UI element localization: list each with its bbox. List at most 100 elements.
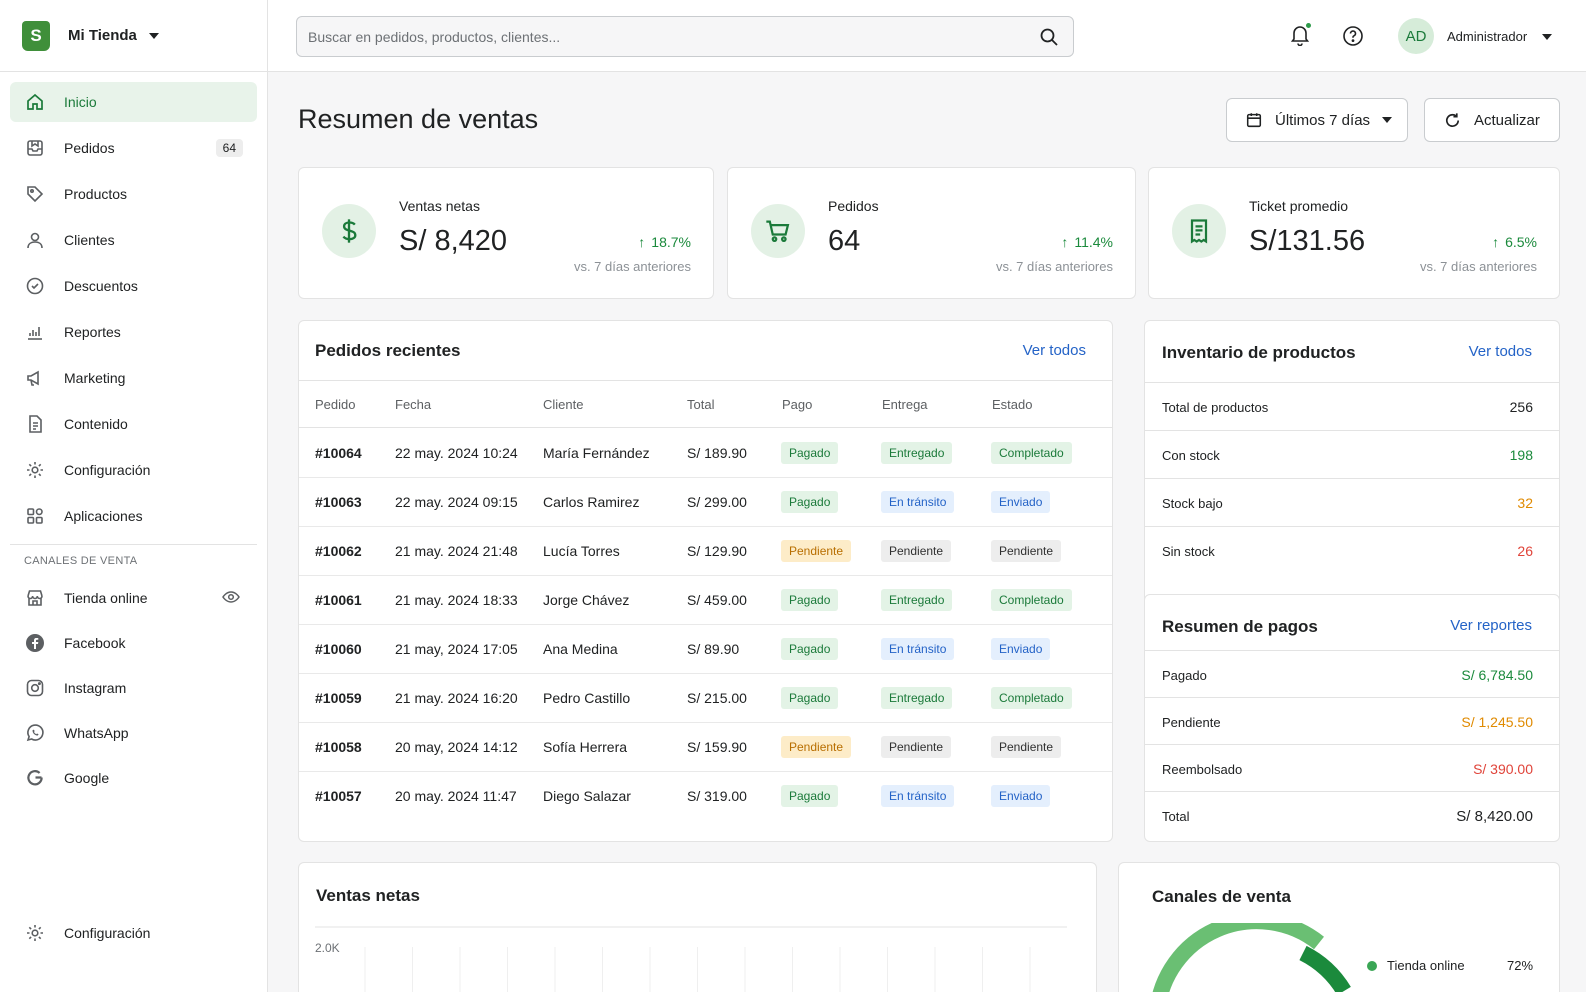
order-date: 22 may. 2024 09:15 (395, 494, 518, 510)
order-total: S/ 129.90 (687, 543, 747, 559)
order-id[interactable]: #10062 (315, 543, 362, 559)
sidebar-item-label: Pedidos (64, 140, 115, 156)
delivery-status-badge: Entregado (881, 442, 953, 464)
refresh-icon (1443, 111, 1462, 130)
kpi-delta: ↑ 6.5% (1492, 234, 1537, 250)
table-row[interactable]: #10059 21 may. 2024 16:20 Pedro Castillo S/… (299, 674, 1112, 723)
user-name[interactable]: Administrador (1447, 29, 1527, 44)
table-row[interactable]: #10063 22 may. 2024 09:15 Carlos Ramirez S/… (299, 478, 1112, 527)
column-header[interactable]: Pedido (315, 397, 355, 412)
channel-label: Instagram (64, 680, 127, 696)
sidebar-item-descuentos[interactable]: Descuentos (10, 266, 257, 306)
table-row[interactable]: #10064 22 may. 2024 10:24 María Fernández S… (299, 429, 1112, 478)
sidebar-item-aplicaciones[interactable]: Aplicaciones (10, 496, 257, 536)
view-all-inventory-link[interactable]: Ver todos (1469, 343, 1532, 360)
view-all-orders-link[interactable]: Ver todos (1023, 342, 1086, 359)
order-client: Sofía Herrera (543, 739, 628, 755)
column-header[interactable]: Estado (992, 397, 1032, 412)
sidebar-item-pedidos[interactable]: Pedidos 64 (10, 128, 257, 168)
sidebar-item-label: Aplicaciones (64, 508, 143, 524)
inventory-value: 256 (1509, 399, 1533, 415)
channel-item-whatsapp[interactable]: WhatsApp (0, 714, 267, 752)
channel-item-instagram[interactable]: Instagram (0, 669, 267, 707)
sidebar-item-reportes[interactable]: Reportes (10, 312, 257, 352)
order-id[interactable]: #10057 (315, 788, 362, 804)
table-row[interactable]: #10057 20 may. 2024 11:47 Diego Salazar S/ … (299, 772, 1112, 821)
order-client: Jorge Chávez (543, 592, 630, 608)
date-range-button[interactable]: Últimos 7 días (1226, 98, 1408, 142)
table-row[interactable]: #10060 21 may, 2024 17:05 Ana Medina S/ 89.… (299, 625, 1112, 674)
delivery-status-badge: Pendiente (881, 540, 952, 562)
search-input[interactable]: Buscar en pedidos, productos, clientes..… (296, 16, 1074, 57)
channel-item-tienda-online[interactable]: Tienda online (0, 579, 267, 617)
order-date: 22 may. 2024 10:24 (395, 445, 518, 461)
notifications-bell-icon[interactable] (1290, 22, 1312, 51)
card-title: Ventas netas (316, 886, 420, 905)
order-id[interactable]: #10061 (315, 592, 362, 608)
card-title: Resumen de pagos (1162, 617, 1318, 636)
sidebar-item-marketing[interactable]: Marketing (10, 358, 257, 398)
megaphone-icon (24, 367, 46, 389)
eye-icon[interactable] (221, 587, 241, 610)
payment-label: Total (1162, 809, 1190, 824)
store-switcher[interactable]: S Mi Tienda (0, 0, 267, 72)
card-title: Pedidos recientes (315, 341, 461, 360)
order-status-badge: Enviado (991, 638, 1051, 660)
column-header[interactable]: Entrega (882, 397, 928, 412)
column-header[interactable]: Fecha (395, 397, 431, 412)
column-header[interactable]: Pago (782, 397, 812, 412)
sidebar-settings-link[interactable]: Configuración (0, 914, 267, 952)
channel-label: Facebook (64, 635, 126, 651)
order-id[interactable]: #10064 (315, 445, 362, 461)
help-icon[interactable] (1342, 25, 1364, 52)
view-reports-link[interactable]: Ver reportes (1450, 617, 1532, 634)
inventory-value: 26 (1517, 543, 1533, 559)
search-placeholder: Buscar en pedidos, productos, clientes..… (308, 28, 561, 45)
kpi-comparison: vs. 7 días anteriores (995, 259, 1113, 274)
sidebar-item-label: Productos (64, 186, 128, 202)
delivery-status-badge: Entregado (881, 687, 953, 709)
order-status-badge: Completado (991, 589, 1072, 611)
kpi-card-ticket-promedio: Ticket promedio S/131.56 ↑ 6.5% vs. 7 día… (1148, 167, 1560, 299)
channel-item-facebook[interactable]: Facebook (0, 624, 267, 662)
avatar[interactable]: AD (1398, 18, 1434, 54)
order-status-badge: Completado (991, 687, 1072, 709)
order-id[interactable]: #10063 (315, 494, 362, 510)
channel-item-google[interactable]: Google (0, 759, 267, 797)
kpi-comparison: vs. 7 días anteriores (1419, 259, 1537, 274)
order-total: S/ 89.90 (687, 641, 740, 657)
sidebar-item-contenido[interactable]: Contenido (10, 404, 257, 444)
shop-logo-icon: S (22, 20, 50, 51)
column-header[interactable]: Cliente (543, 397, 583, 412)
channel-label: Tienda online (64, 590, 148, 606)
sidebar-item-productos[interactable]: Productos (10, 174, 257, 214)
table-row[interactable]: #10061 21 may. 2024 18:33 Jorge Chávez S/ 4… (299, 576, 1112, 625)
order-status-badge: Pendiente (991, 736, 1062, 758)
table-row[interactable]: #10058 20 may, 2024 14:12 Sofía Herrera S/ … (299, 723, 1112, 772)
net-sales-chart-card: Ventas netas 2.0K (298, 862, 1097, 992)
search-icon[interactable] (1039, 27, 1059, 50)
order-id[interactable]: #10058 (315, 739, 362, 755)
sidebar-item-label: Configuración (64, 925, 151, 941)
sidebar-item-clientes[interactable]: Clientes (10, 220, 257, 260)
sidebar-item-label: Marketing (64, 370, 126, 386)
kpi-delta-value: 18.7% (651, 234, 691, 250)
payment-value: S/ 1,245.50 (1461, 714, 1533, 730)
refresh-button[interactable]: Actualizar (1424, 98, 1560, 142)
sidebar-item-inicio[interactable]: Inicio (10, 82, 257, 122)
sidebar-item-configuracion[interactable]: Configuración (10, 450, 257, 490)
column-header[interactable]: Total (687, 397, 714, 412)
sales-channels-heading: CANALES DE VENTA (24, 555, 138, 567)
order-id[interactable]: #10060 (315, 641, 362, 657)
inventory-value: 198 (1509, 447, 1533, 463)
table-row[interactable]: #10062 21 may. 2024 21:48 Lucía Torres S/ 1… (299, 527, 1112, 576)
chevron-down-icon (148, 32, 159, 39)
kpi-value: 64 (828, 225, 861, 257)
page-title: Resumen de ventas (298, 104, 539, 134)
payments-summary-card: Resumen de pagos Ver reportes Pagado S/ 6… (1144, 594, 1560, 842)
order-id[interactable]: #10059 (315, 690, 362, 706)
delivery-status-badge: En tránsito (881, 491, 955, 513)
person-icon (24, 229, 46, 251)
chevron-down-icon[interactable] (1542, 34, 1552, 40)
date-range-label: Últimos 7 días (1275, 111, 1371, 129)
